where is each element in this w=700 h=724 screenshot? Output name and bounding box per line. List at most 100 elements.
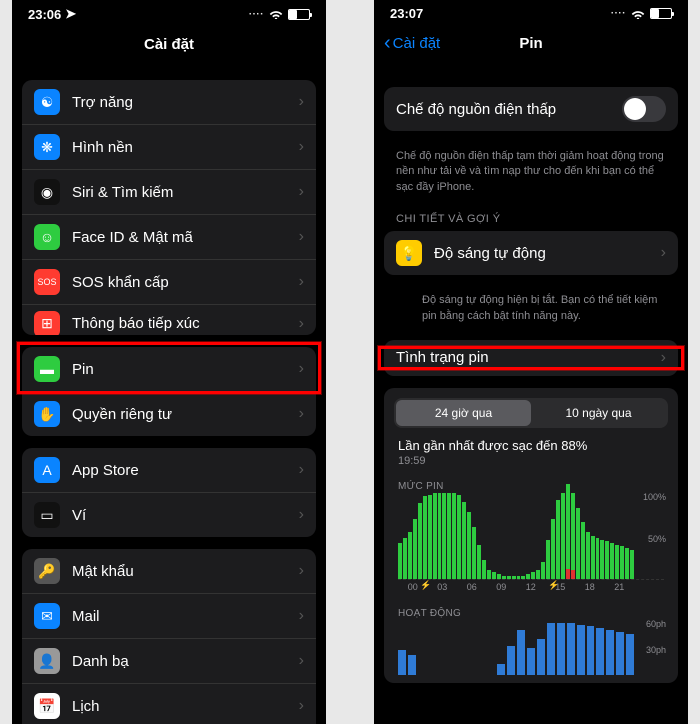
activity-bar (398, 650, 406, 675)
row-icon: 👤 (34, 648, 60, 674)
activity-bar (596, 628, 604, 675)
activity-bar (408, 655, 416, 675)
xtick: 06 (457, 582, 487, 592)
chevron-right-icon: › (299, 461, 304, 479)
settings-row[interactable]: ◉Siri & Tìm kiếm› (22, 170, 316, 215)
autobright-row[interactable]: 💡 Độ sáng tự động › (384, 231, 678, 275)
settings-row[interactable]: AApp Store› (22, 448, 316, 493)
row-label: SOS khẩn cấp (72, 274, 299, 291)
row-label: Mật khẩu (72, 563, 299, 580)
page-title: Pin (519, 35, 542, 52)
level-bar (447, 493, 451, 579)
row-label: Face ID & Mật mã (72, 229, 299, 246)
activity-chart: 60ph 30ph (398, 621, 664, 675)
level-bar (442, 493, 446, 579)
settings-row[interactable]: ❋ Hình nền› (22, 125, 316, 170)
level-label: MỨC PIN (384, 475, 678, 494)
bolt-icon: ⚡ (420, 580, 431, 591)
row-label: Hình nền (72, 139, 299, 156)
chevron-right-icon: › (661, 349, 666, 367)
activity-bar (527, 648, 535, 675)
bolt-icon: ⚡ (548, 580, 559, 591)
level-bar (596, 538, 600, 579)
row-icon: ⊞ (34, 311, 60, 336)
autobright-label: Độ sáng tự động (434, 245, 661, 262)
settings-row[interactable]: SOSSOS khẩn cấp› (22, 260, 316, 305)
row-icon: ❋ (34, 134, 60, 160)
chevron-right-icon: › (299, 360, 304, 378)
level-bar (561, 493, 565, 579)
activity-bar (626, 634, 634, 675)
seg-24h[interactable]: 24 giờ qua (396, 400, 531, 426)
chevron-right-icon: › (299, 138, 304, 156)
settings-row[interactable]: 👤Danh bạ› (22, 639, 316, 684)
row-icon: A (34, 457, 60, 483)
activity-bar (577, 625, 585, 675)
level-bar (418, 503, 422, 579)
autobright-group: 💡 Độ sáng tự động › (384, 231, 678, 275)
row-icon: ▬ (34, 356, 60, 382)
level-bar (487, 570, 491, 579)
cell-signal-icon: ∙∙∙∙ (249, 9, 264, 20)
clock: 23:07 (390, 6, 423, 21)
settings-row[interactable]: ▭Ví› (22, 493, 316, 537)
row-icon: ▭ (34, 502, 60, 528)
level-bar (433, 493, 437, 579)
row-icon: 🔑 (34, 558, 60, 584)
level-bar (576, 508, 580, 579)
chevron-right-icon: › (299, 562, 304, 580)
low-power-row[interactable]: Chế độ nguồn điện thấp (384, 87, 678, 131)
low-power-toggle[interactable] (622, 96, 666, 122)
settings-row[interactable]: 🔑 Mật khẩu› (22, 549, 316, 594)
row-icon: SOS (34, 269, 60, 295)
level-bar (536, 570, 540, 579)
level-bar (512, 576, 516, 579)
chevron-right-icon: › (299, 93, 304, 111)
row-label: Quyền riêng tư (72, 406, 299, 423)
left-phone: 23:06 ➤ ∙∙∙∙ Cài đặt ☯Trợ năng›❋Hình nền… (12, 0, 326, 724)
xtick: 03 (428, 582, 458, 592)
back-label: Cài đặt (393, 35, 441, 52)
detail-section-header: CHI TIẾT VÀ GỢI Ý (374, 199, 688, 231)
activity-bar (537, 639, 545, 675)
activity-bar (606, 630, 614, 675)
battery-icon (288, 9, 310, 20)
row-icon: ☺ (34, 224, 60, 250)
battery-health-row[interactable]: Tình trạng pin › (384, 340, 678, 376)
chevron-right-icon: › (299, 697, 304, 715)
settings-row[interactable]: ✋Quyền riêng tư› (22, 392, 316, 436)
level-bar (423, 496, 427, 579)
level-bar (541, 562, 545, 579)
chevron-right-icon: › (299, 405, 304, 423)
status-bar: 23:06 ➤ ∙∙∙∙ (12, 0, 326, 24)
settings-row[interactable]: ✉Mail› (22, 594, 316, 639)
ylabel-30ph: 30ph (646, 645, 666, 655)
level-bar (462, 502, 466, 579)
settings-row[interactable]: 📅Lịch› (22, 684, 316, 724)
level-bar (502, 576, 506, 579)
level-bar (600, 540, 604, 579)
seg-10d[interactable]: 10 ngày qua (531, 400, 666, 426)
level-bar (457, 495, 461, 579)
level-bar (521, 576, 525, 579)
xtick: 18 (575, 582, 605, 592)
level-bar (566, 484, 570, 579)
level-bar (428, 495, 432, 579)
lightbulb-icon: 💡 (396, 240, 422, 266)
row-label: Mail (72, 608, 299, 625)
autobright-desc: Độ sáng tự động hiện bị tắt. Bạn có thể … (374, 287, 688, 328)
level-bar (492, 572, 496, 579)
settings-row[interactable]: ☯Trợ năng› (22, 80, 316, 125)
time-range-segmented[interactable]: 24 giờ qua 10 ngày qua (394, 398, 668, 428)
settings-row[interactable]: ▬Pin› (22, 347, 316, 392)
settings-group-2: ▬Pin›✋Quyền riêng tư› (22, 347, 316, 436)
row-label: Ví (72, 507, 299, 524)
low-power-label: Chế độ nguồn điện thấp (396, 101, 622, 118)
level-bar (625, 548, 629, 579)
back-button[interactable]: ‹ Cài đặt (384, 35, 440, 52)
settings-row[interactable]: ☺Face ID & Mật mã› (22, 215, 316, 260)
activity-bar (517, 630, 525, 675)
activity-bar (616, 632, 624, 675)
settings-row[interactable]: ⊞Thông báo tiếp xúc› (22, 305, 316, 335)
ylabel-100: 100% (643, 492, 666, 502)
